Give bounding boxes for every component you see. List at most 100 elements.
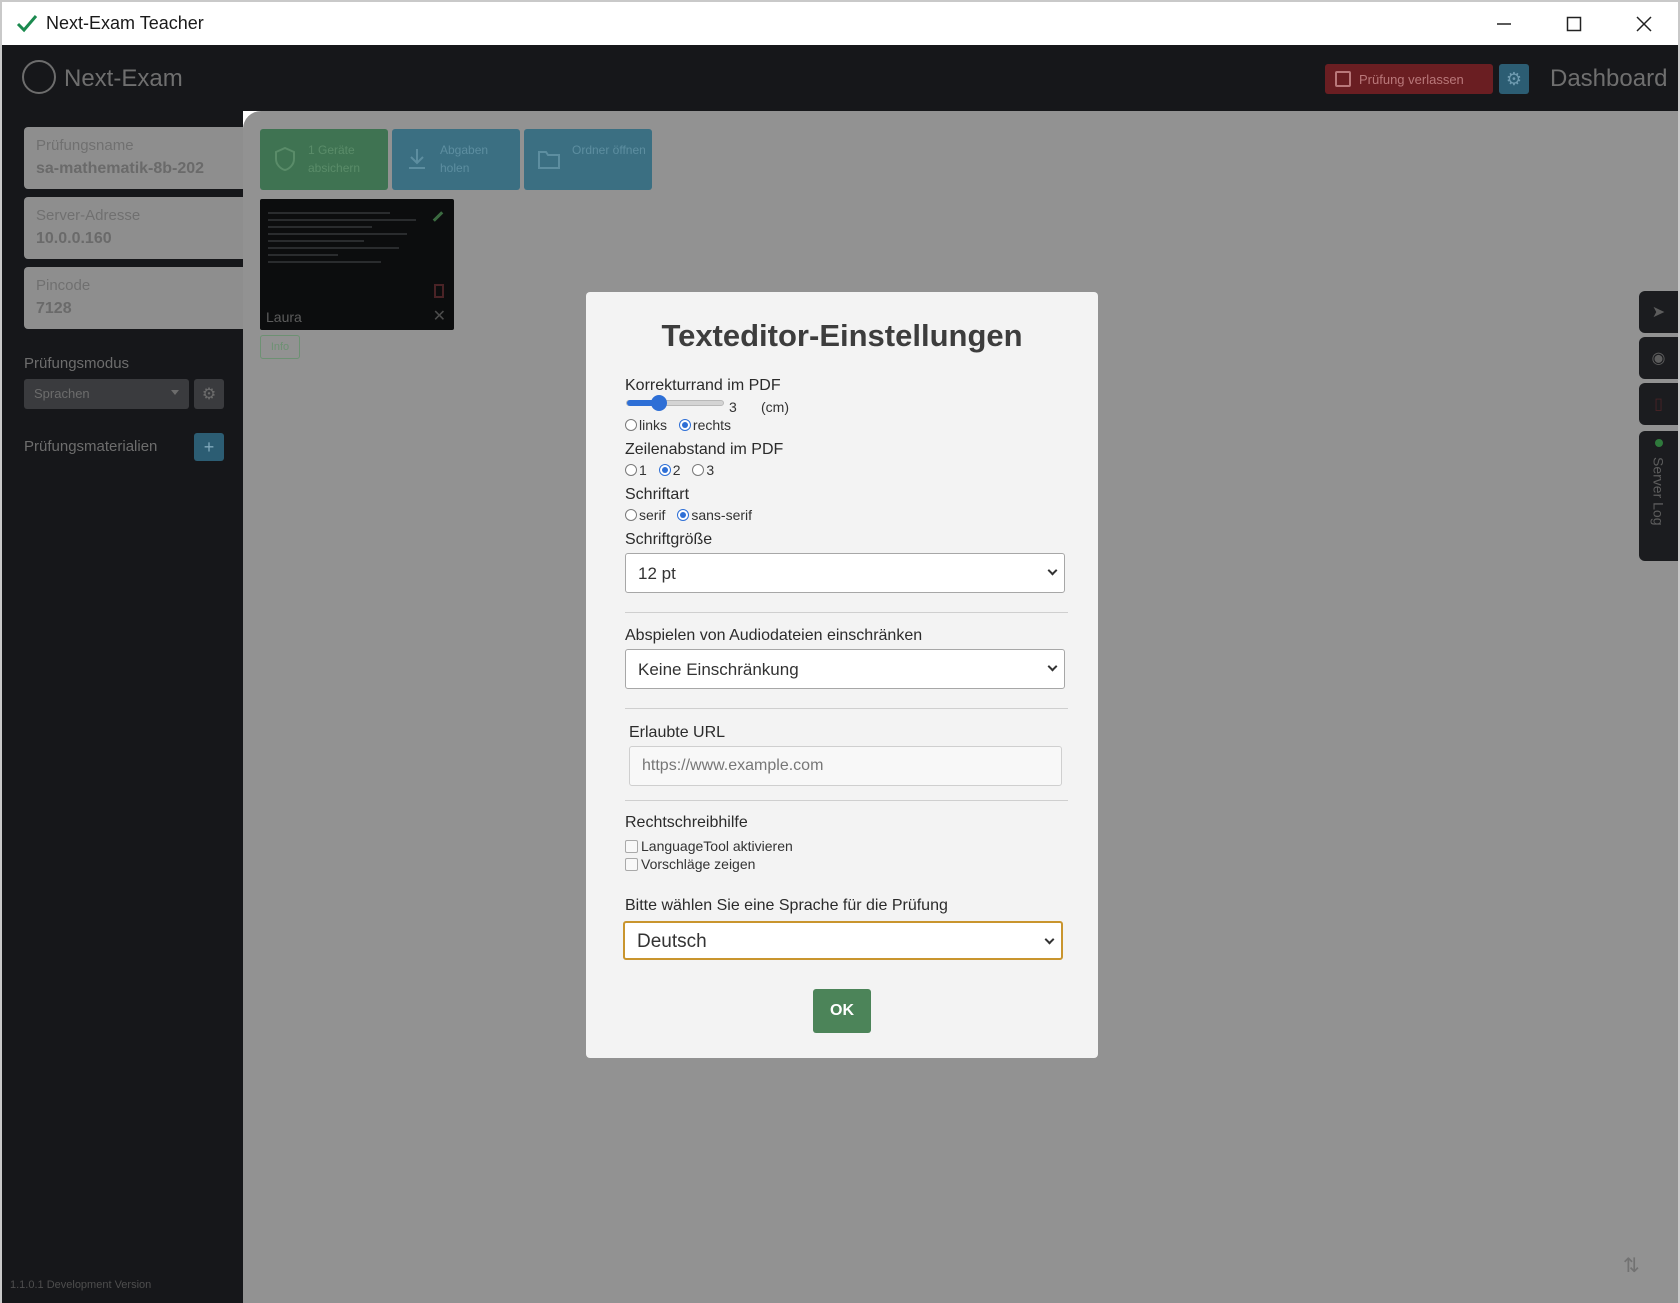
leave-exam-label: Prüfung verlassen [1359, 71, 1464, 87]
gear-icon: ⚙ [1505, 68, 1523, 89]
suggestions-checkbox[interactable] [625, 858, 638, 871]
window-title: Next-Exam Teacher [46, 13, 204, 33]
margin-label: Korrekturrand im PDF [625, 377, 781, 394]
exam-mode-select[interactable]: Sprachen [24, 379, 189, 409]
app-header: Next-Exam Prüfung verlassen ⚙ Dashboard [2, 45, 1678, 111]
radio-spacing-1[interactable] [625, 464, 637, 476]
caret-down-icon [171, 390, 179, 395]
shield-icon [275, 147, 295, 171]
exam-name-value: sa-mathematik-8b-202 [36, 160, 205, 177]
margin-slider[interactable] [626, 395, 724, 411]
divider [625, 708, 1068, 709]
languagetool-label: LanguageTool aktivieren [641, 838, 793, 854]
texteditor-settings-dialog: Texteditor-Einstellungen Korrekturrand i… [586, 292, 1098, 1058]
radio-rechts[interactable] [678, 419, 691, 431]
collect-submissions-label: Abgaben holen [440, 143, 489, 175]
radio-serif[interactable] [625, 509, 637, 521]
language-select[interactable]: Deutsch [623, 921, 1063, 960]
chevron-down-icon [1047, 565, 1058, 576]
suggestions-row: Vorschläge zeigen [625, 856, 755, 872]
radio-sans-serif-label: sans-serif [691, 507, 753, 523]
maximize-icon [1566, 16, 1582, 31]
server-address-value: 10.0.0.160 [36, 230, 112, 247]
sort-icon[interactable]: ⇅ [1623, 1253, 1640, 1278]
pincode-card: Pincode 7128 [24, 267, 243, 329]
margin-side-group: links rechts [625, 417, 731, 433]
app-check-icon [16, 15, 38, 33]
minimize-icon [1497, 22, 1511, 25]
sidebar: Prüfungsname sa-mathematik-8b-202 Server… [2, 111, 243, 1303]
allowed-url-placeholder: https://www.example.com [642, 757, 824, 774]
lock-devices-label: 1 Geräte absichern [308, 143, 361, 175]
exam-materials-label: Prüfungsmaterialien [24, 438, 158, 455]
exit-icon [1335, 71, 1351, 87]
server-address-card: Server-Adresse 10.0.0.160 [24, 197, 243, 259]
student-name: Laura [266, 309, 302, 325]
plus-icon: + [203, 436, 215, 457]
radio-sans-serif[interactable] [677, 509, 690, 521]
languagetool-checkbox[interactable] [625, 840, 638, 853]
radio-spacing-3[interactable] [692, 464, 705, 476]
font-size-label: Schriftgröße [625, 531, 713, 548]
spellcheck-label: Rechtschreibhilfe [625, 814, 748, 831]
exam-name-card: Prüfungsname sa-mathematik-8b-202 [24, 127, 243, 189]
languagetool-row: LanguageTool aktivieren [625, 838, 793, 854]
eye-icon: ◉ [1651, 350, 1666, 367]
audio-restriction-select[interactable]: Keine Einschränkung [625, 649, 1065, 689]
collect-submissions-button[interactable]: Abgaben holen [392, 129, 520, 190]
gear-icon: ⚙ [201, 386, 217, 403]
font-size-select[interactable]: 12 pt [625, 553, 1065, 593]
chevron-down-icon [1047, 661, 1058, 672]
exam-mode-label: Prüfungsmodus [24, 355, 130, 372]
ok-button[interactable]: OK [813, 989, 871, 1033]
paper-plane-icon: ➤ [1651, 304, 1666, 321]
exam-mode-value: Sprachen [34, 386, 90, 401]
radio-links[interactable] [625, 419, 637, 431]
audio-restriction-value: Keine Einschränkung [638, 660, 799, 679]
url-label: Erlaubte URL [629, 724, 726, 741]
chevron-down-icon [1044, 934, 1055, 945]
maximize-button[interactable] [1539, 2, 1609, 45]
dashboard-title: Dashboard [1550, 65, 1668, 92]
font-label: Schriftart [625, 486, 690, 503]
radio-serif-label: serif [639, 507, 666, 523]
close-icon [1636, 15, 1652, 32]
student-screenshot-card[interactable]: Laura ✕ [260, 199, 454, 330]
radio-rechts-label: rechts [692, 417, 732, 433]
font-size-value: 12 pt [638, 564, 676, 583]
add-material-button[interactable]: + [194, 433, 224, 461]
trash-icon[interactable] [434, 284, 444, 298]
divider [625, 800, 1068, 801]
lock-devices-button[interactable]: 1 Geräte absichern [260, 129, 388, 190]
exam-mode-settings-button[interactable]: ⚙ [194, 379, 224, 409]
delete-tab[interactable]: ▯ [1639, 383, 1678, 425]
allowed-url-input[interactable]: https://www.example.com [629, 746, 1062, 786]
line-spacing-label: Zeilenabstand im PDF [625, 441, 784, 458]
pincode-value: 7128 [36, 300, 72, 317]
student-info-button[interactable]: Info [260, 335, 300, 359]
radio-spacing-1-label: 1 [639, 462, 647, 478]
kick-student-icon[interactable]: ✕ [433, 306, 446, 326]
leave-exam-button[interactable]: Prüfung verlassen [1325, 64, 1493, 94]
download-icon [409, 149, 425, 169]
divider [625, 612, 1068, 613]
visibility-tab[interactable]: ◉ [1639, 337, 1678, 379]
audio-label: Abspielen von Audiodateien einschränken [625, 627, 923, 644]
line-spacing-group: 1 2 3 [625, 462, 714, 478]
close-button[interactable] [1609, 2, 1679, 45]
open-folder-label: Ordner öffnen [572, 143, 646, 157]
ok-button-label: OK [830, 1002, 854, 1019]
folder-icon [538, 151, 560, 169]
pincode-label: Pincode [36, 277, 91, 294]
logo-icon [22, 60, 56, 94]
send-tab[interactable]: ➤ [1639, 291, 1678, 333]
settings-button[interactable]: ⚙ [1499, 64, 1529, 94]
radio-spacing-2[interactable] [658, 464, 671, 476]
margin-slider-knob[interactable] [651, 395, 667, 411]
trash-icon: ▯ [1654, 396, 1663, 413]
server-log-tab[interactable]: Server Log [1639, 431, 1678, 561]
open-folder-button[interactable]: Ordner öffnen [524, 129, 652, 190]
status-dot [1654, 439, 1663, 447]
minimize-button[interactable] [1469, 2, 1539, 45]
app-window: Next-Exam Teacher Next-Exam Prüfung verl… [0, 0, 1680, 1303]
